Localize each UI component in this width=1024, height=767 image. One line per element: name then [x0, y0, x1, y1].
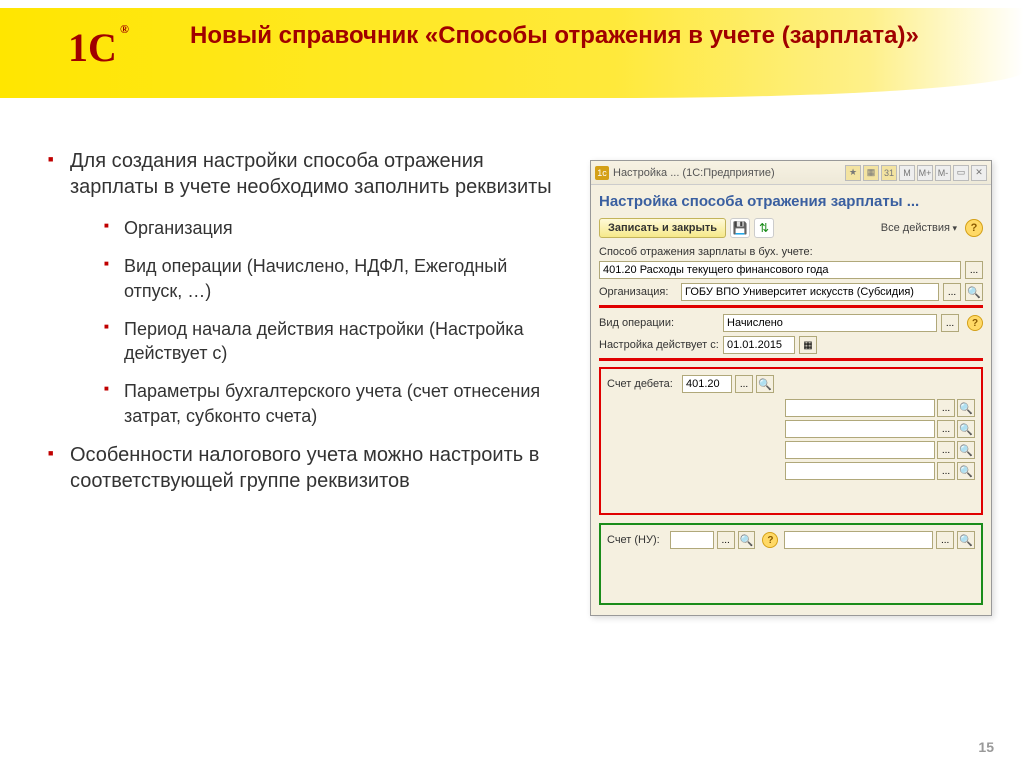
mminus-button[interactable]: M- [935, 165, 951, 181]
subconto-1-input[interactable] [785, 399, 935, 417]
org-input[interactable]: ГОБУ ВПО Университет искусств (Субсидия) [681, 283, 939, 301]
tax-input[interactable] [670, 531, 714, 549]
debit-label: Счет дебета: [607, 378, 679, 390]
subconto-2-select[interactable]: ... [937, 420, 955, 438]
bullet-1: Для создания настройки способа отражения… [48, 148, 568, 428]
subconto-3-search-icon[interactable]: 🔍 [957, 441, 975, 459]
help-icon[interactable]: ? [965, 219, 983, 237]
subconto-1-search-icon[interactable]: 🔍 [957, 399, 975, 417]
org-search-icon[interactable]: 🔍 [965, 283, 983, 301]
close-button[interactable]: ✕ [971, 165, 987, 181]
optype-input[interactable]: Начислено [723, 314, 937, 332]
bullet-1-text: Для создания настройки способа отражения… [70, 150, 552, 198]
mplus-button[interactable]: M+ [917, 165, 933, 181]
reorder-icon[interactable]: ⇅ [754, 218, 774, 238]
logo-text: 1С® [68, 24, 117, 71]
datefrom-picker-icon[interactable]: ▦ [799, 336, 817, 354]
tax-sub-select[interactable]: ... [936, 531, 954, 549]
sub-3: Период начала действия настройки (Настро… [104, 317, 568, 366]
method-select-button[interactable]: ... [965, 261, 983, 279]
tax-group: Счет (НУ): ... 🔍 ? ... 🔍 [599, 523, 983, 605]
app-window: 1c Настройка ... (1С:Предприятие) ★ ▦ 31… [590, 160, 992, 616]
debit-group: Счет дебета: 401.20 ... 🔍 ...🔍 ...🔍 ...🔍… [599, 367, 983, 515]
optype-label: Вид операции: [599, 317, 719, 329]
tax-sub-input[interactable] [784, 531, 933, 549]
subconto-4-search-icon[interactable]: 🔍 [957, 462, 975, 480]
bullet-list: Для создания настройки способа отражения… [48, 148, 568, 508]
debit-search-icon[interactable]: 🔍 [756, 375, 774, 393]
sub-4: Параметры бухгалтерского учета (счет отн… [104, 379, 568, 428]
save-close-button[interactable]: Записать и закрыть [599, 218, 726, 238]
favorite-icon[interactable]: ★ [845, 165, 861, 181]
sub-bullets: Организация Вид операции (Начислено, НДФ… [104, 216, 568, 428]
logo-1c: 1С® [55, 20, 130, 75]
subconto-3-input[interactable] [785, 441, 935, 459]
datefrom-input[interactable]: 01.01.2015 [723, 336, 795, 354]
table-icon[interactable]: ▦ [863, 165, 879, 181]
minimize-button[interactable]: ▭ [953, 165, 969, 181]
tax-label: Счет (НУ): [607, 534, 667, 546]
tax-search-icon[interactable]: 🔍 [738, 531, 756, 549]
m-button[interactable]: M [899, 165, 915, 181]
org-label: Организация: [599, 286, 677, 298]
toolbar: Записать и закрыть 💾 ⇅ Все действия ? [599, 218, 983, 238]
save-icon[interactable]: 💾 [730, 218, 750, 238]
app-icon: 1c [595, 166, 609, 180]
subconto-4-select[interactable]: ... [937, 462, 955, 480]
all-actions-dropdown[interactable]: Все действия [881, 222, 957, 234]
tax-help-icon[interactable]: ? [762, 532, 778, 548]
subconto-3-select[interactable]: ... [937, 441, 955, 459]
bullet-2: Особенности налогового учета можно настр… [48, 442, 568, 494]
subconto-1-select[interactable]: ... [937, 399, 955, 417]
optype-select-button[interactable]: ... [941, 314, 959, 332]
subconto-2-input[interactable] [785, 420, 935, 438]
tax-select-button[interactable]: ... [717, 531, 735, 549]
divider-1 [599, 305, 983, 308]
method-input[interactable]: 401.20 Расходы текущего финансового года [599, 261, 961, 279]
org-select-button[interactable]: ... [943, 283, 961, 301]
subconto-4-input[interactable] [785, 462, 935, 480]
sub-1: Организация [104, 216, 568, 240]
subconto-stack: ...🔍 ...🔍 ...🔍 ...🔍 [785, 399, 975, 480]
tax-sub-search-icon[interactable]: 🔍 [957, 531, 975, 549]
debit-select-button[interactable]: ... [735, 375, 753, 393]
calendar-icon[interactable]: 31 [881, 165, 897, 181]
method-label: Способ отражения зарплаты в бух. учете: [599, 246, 983, 258]
window-title: Настройка ... (1С:Предприятие) [613, 167, 845, 179]
sub-2: Вид операции (Начислено, НДФЛ, Ежегодный… [104, 254, 568, 303]
debit-input[interactable]: 401.20 [682, 375, 732, 393]
page-number: 15 [978, 739, 994, 755]
datefrom-label: Настройка действует с: [599, 339, 719, 351]
divider-2 [599, 358, 983, 361]
subconto-2-search-icon[interactable]: 🔍 [957, 420, 975, 438]
form-title: Настройка способа отражения зарплаты ... [599, 193, 983, 210]
slide-title: Новый справочник «Способы отражения в уч… [190, 22, 919, 51]
titlebar: 1c Настройка ... (1С:Предприятие) ★ ▦ 31… [591, 161, 991, 185]
optype-help-icon[interactable]: ? [967, 315, 983, 331]
